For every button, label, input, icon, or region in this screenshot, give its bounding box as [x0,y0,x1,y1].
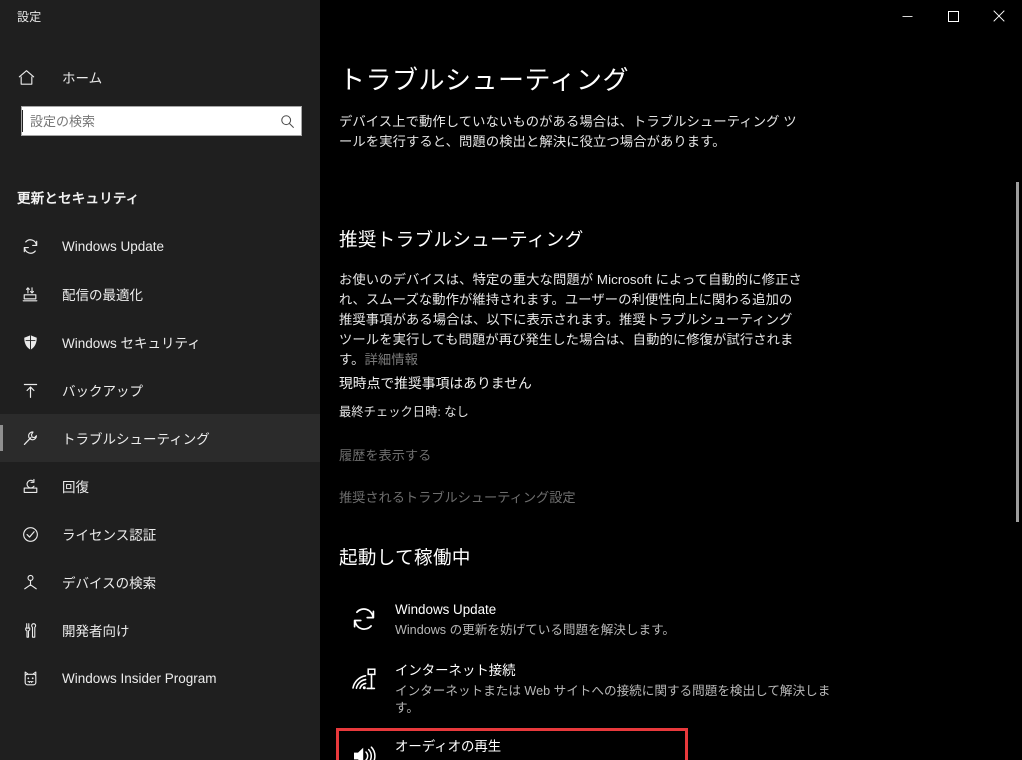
find-device-icon [17,569,43,595]
wrench-icon [17,425,43,451]
sidebar-item-label: 回復 [62,480,89,495]
recommended-heading: 推奨トラブルシューティング [339,229,584,250]
recommended-troubleshooting-settings-link[interactable]: 推奨されるトラブルシューティング設定 [339,487,576,506]
sidebar-item-recovery[interactable]: 回復 [0,462,320,510]
vertical-scrollbar[interactable] [1008,64,1022,760]
troubleshooter-text: オーディオの再生 サウンドの再生に関する問題を検出して解決する [395,737,672,760]
page-title: トラブルシューティング [339,65,629,95]
sidebar-item-windows-security[interactable]: Windows セキュリティ [0,318,320,366]
maximize-button[interactable] [930,0,976,32]
learn-more-link[interactable]: 詳細情報 [364,352,418,367]
refresh-icon [17,233,43,259]
running-heading: 起動して稼働中 [339,547,471,568]
recommendation-status: 現時点で推奨事項はありません [339,376,532,391]
wifi-icon [347,663,381,697]
recommended-description: お使いのデバイスは、特定の重大な問題が Microsoft によって自動的に修正… [339,270,805,370]
search-box[interactable] [21,106,302,136]
sidebar-nav: Windows Update 配信の最適化 Windows セキュリティ バック… [0,222,320,702]
sidebar-group-title: 更新とセキュリティ [17,191,140,206]
minimize-button[interactable] [884,0,930,32]
text-caret [22,110,23,132]
recovery-icon [17,473,43,499]
sidebar-item-label: Windows セキュリティ [62,336,201,351]
scrollbar-thumb[interactable] [1016,182,1019,522]
main-content: トラブルシューティング デバイス上で動作していないものがある場合は、トラブルシュ… [320,32,1022,760]
troubleshooter-name: インターネット接続 [395,663,516,678]
sidebar-item-delivery-optimization[interactable]: 配信の最適化 [0,270,320,318]
troubleshooter-description: Windows の更新を妨げている問題を解決します。 [395,623,676,637]
sidebar-item-windows-update[interactable]: Windows Update [0,222,320,270]
sidebar-item-windows-insider-program[interactable]: Windows Insider Program [0,654,320,702]
troubleshooter-name: Windows Update [395,602,497,617]
troubleshooter-list: Windows Update Windows の更新を妨げている問題を解決します… [336,592,999,760]
home-icon [17,68,43,87]
sidebar-item-label: Windows Insider Program [62,670,217,686]
insider-cat-icon [17,665,43,691]
close-button[interactable] [976,0,1022,32]
sidebar-item-label: 開発者向け [62,624,130,639]
troubleshooter-description: インターネットまたは Web サイトへの接続に関する問題を検出して解決します。 [395,684,831,715]
intro-text: デバイス上で動作していないものがある場合は、トラブルシューティング ツールを実行… [339,114,797,149]
app-title: 設定 [17,10,42,24]
view-history-link[interactable]: 履歴を表示する [339,445,431,464]
shield-icon [17,329,43,355]
refresh-icon [347,602,381,636]
sidebar-item-label: バックアップ [62,384,143,399]
title-bar-left-region [0,0,320,32]
sidebar-item-label: ライセンス認証 [62,528,157,543]
sidebar: ホーム 更新とセキュリティ [0,32,320,760]
developer-tools-icon [17,617,43,643]
troubleshooter-windows-update[interactable]: Windows Update Windows の更新を妨げている問題を解決します… [339,592,999,647]
sidebar-item-for-developers[interactable]: 開発者向け [0,606,320,654]
last-check-text: 最終チェック日時: なし [339,405,469,419]
sidebar-item-label: デバイスの検索 [62,576,157,591]
search-input[interactable] [22,107,273,135]
troubleshooter-playing-audio[interactable]: オーディオの再生 サウンドの再生に関する問題を検出して解決する [336,728,688,760]
speaker-icon [347,739,381,760]
sidebar-item-home[interactable]: ホーム [0,58,320,96]
troubleshooter-text: Windows Update Windows の更新を妨げている問題を解決します… [395,600,675,639]
sidebar-item-find-my-device[interactable]: デバイスの検索 [0,558,320,606]
sidebar-item-troubleshoot[interactable]: トラブルシューティング [0,414,320,462]
title-bar: 設定 [0,0,1022,32]
sidebar-item-backup[interactable]: バックアップ [0,366,320,414]
sidebar-home-label: ホーム [62,71,103,86]
delivery-optimization-icon [17,281,43,307]
troubleshooter-internet-connection[interactable]: インターネット接続 インターネットまたは Web サイトへの接続に関する問題を検… [339,653,999,725]
sidebar-item-label: トラブルシューティング [62,432,210,447]
sidebar-item-activation[interactable]: ライセンス認証 [0,510,320,558]
troubleshooter-text: インターネット接続 インターネットまたは Web サイトへの接続に関する問題を検… [395,661,835,717]
settings-window: 設定 ホーム 設定の検索 更新とセキュリティ Windows Update 配信… [0,0,1022,760]
upload-arrow-icon [17,377,43,403]
check-circle-icon [17,521,43,547]
sidebar-item-label: Windows Update [62,238,165,254]
sidebar-item-label: 配信の最適化 [62,288,143,303]
troubleshooter-name: オーディオの再生 [395,739,502,754]
search-icon[interactable] [273,114,301,129]
